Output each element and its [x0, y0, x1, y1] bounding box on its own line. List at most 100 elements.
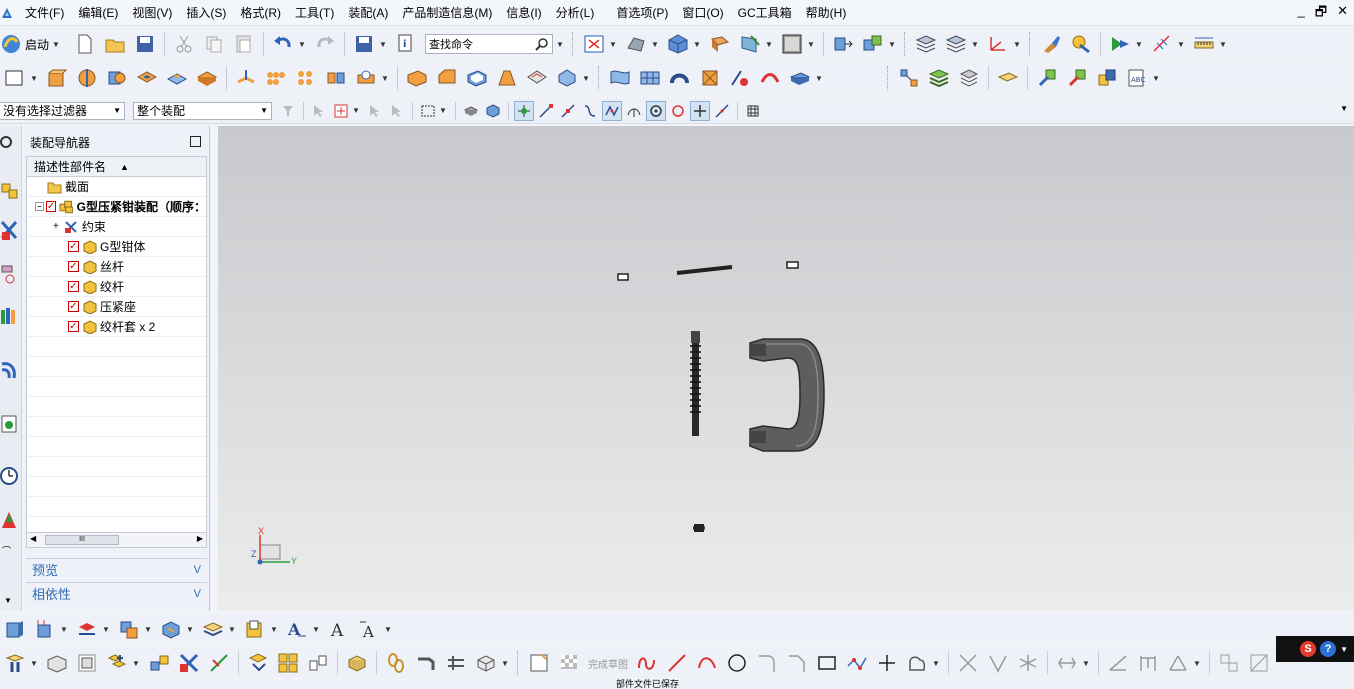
quick-trim-button[interactable]	[955, 650, 981, 676]
new-component-button[interactable]	[1064, 65, 1090, 91]
chevron-down-icon[interactable]: ▼	[132, 659, 140, 668]
line-button[interactable]	[664, 650, 690, 676]
chevron-down-icon[interactable]: ▼	[379, 40, 387, 49]
point-select-button[interactable]	[365, 101, 385, 121]
help-icon[interactable]: ?	[1320, 641, 1337, 657]
ime-logo-icon[interactable]: S	[1300, 641, 1317, 657]
arc-button[interactable]	[694, 650, 720, 676]
revolve-button[interactable]	[74, 65, 100, 91]
pocket-button[interactable]	[194, 65, 220, 91]
menu-view[interactable]: 视图(V)	[125, 1, 179, 25]
break-view-button[interactable]	[158, 616, 184, 642]
note-button[interactable]: A	[356, 616, 382, 642]
wave-geometry-linker-button[interactable]	[2, 650, 28, 676]
text-style-button[interactable]: A	[284, 616, 310, 642]
move-component-button[interactable]	[830, 31, 856, 57]
scroll-thumb[interactable]: III	[45, 535, 119, 545]
new-file-button[interactable]	[72, 31, 98, 57]
extrude-button[interactable]	[44, 65, 70, 91]
chevron-down-icon[interactable]: ▼	[60, 625, 68, 634]
control-point-button[interactable]	[580, 101, 600, 121]
layer-settings-button[interactable]	[913, 31, 939, 57]
projected-view-button[interactable]	[32, 616, 58, 642]
maximize-icon[interactable]	[190, 136, 201, 147]
point-button[interactable]	[874, 650, 900, 676]
graphics-window[interactable]: X Z Y	[218, 126, 1354, 611]
move-to-layer-button[interactable]	[943, 31, 969, 57]
mirror-body-button[interactable]	[323, 65, 349, 91]
solid-body-button[interactable]	[473, 650, 499, 676]
minimize-button[interactable]: _	[1298, 3, 1305, 25]
chevron-down-icon[interactable]: ▼	[932, 659, 940, 668]
chevron-down-icon[interactable]: ▼	[1340, 104, 1348, 113]
tube-button[interactable]	[413, 650, 439, 676]
information-button[interactable]: i	[393, 31, 419, 57]
component-array-button[interactable]	[275, 650, 301, 676]
sketch-task-button[interactable]	[526, 650, 552, 676]
chevron-down-icon[interactable]: ▼	[609, 40, 617, 49]
snap-point-button[interactable]	[514, 100, 534, 121]
chevron-left-icon[interactable]: ◀	[30, 534, 36, 543]
edge-blend-button[interactable]	[404, 65, 430, 91]
trim-sheet-button[interactable]	[757, 65, 783, 91]
wave-link-button[interactable]	[995, 65, 1021, 91]
chevron-down-icon[interactable]: ▼	[144, 625, 152, 634]
chamfer-sketch-button[interactable]	[784, 650, 810, 676]
chevron-down-icon[interactable]: ▼	[352, 106, 360, 115]
datum-plane-button[interactable]	[233, 65, 259, 91]
ruler-button[interactable]	[1191, 31, 1217, 57]
start-button[interactable]: 启动 ▼	[0, 31, 70, 57]
dependency-section-header[interactable]: 相依性 V	[26, 582, 207, 604]
web-browser-icon[interactable]	[0, 358, 20, 382]
reposition-button[interactable]	[74, 650, 100, 676]
preview-section-header[interactable]: 预览 V	[26, 558, 207, 580]
history-icon[interactable]	[0, 412, 20, 436]
menu-preferences[interactable]: 首选项(P)	[609, 1, 675, 25]
visibility-checkbox[interactable]: ✓	[68, 261, 79, 272]
show-no-constraints-button[interactable]	[1246, 650, 1272, 676]
circle-button[interactable]	[724, 650, 750, 676]
filter-settings-button[interactable]	[278, 101, 298, 121]
fit-view-button[interactable]	[581, 31, 607, 57]
scale-body-button[interactable]	[554, 65, 580, 91]
end-point-button[interactable]	[536, 101, 556, 121]
screw-part[interactable]	[690, 331, 701, 436]
gear-icon[interactable]	[0, 130, 20, 154]
tree-row-part[interactable]: ✓ 绞杆套 x 2	[27, 317, 206, 337]
background-button[interactable]	[779, 31, 805, 57]
menu-analysis[interactable]: 分析(L)	[549, 1, 602, 25]
measure-distance-button[interactable]	[1149, 31, 1175, 57]
press-seat-part[interactable]	[693, 524, 705, 532]
chevron-down-icon[interactable]: ▼	[186, 625, 194, 634]
quadrant-point-button[interactable]	[668, 101, 688, 121]
chevron-down-icon[interactable]: ▼	[102, 625, 110, 634]
detail-view-button[interactable]	[116, 616, 142, 642]
sketch-button[interactable]	[2, 65, 28, 91]
select-face-button[interactable]	[461, 101, 481, 121]
polygon-button[interactable]	[844, 650, 870, 676]
chevron-right-icon[interactable]: ▶	[197, 534, 203, 543]
menu-insert[interactable]: 插入(S)	[179, 1, 233, 25]
expand-icon[interactable]: +	[53, 221, 59, 232]
deselect-button[interactable]	[387, 101, 407, 121]
horizontal-scrollbar[interactable]: ◀ III ▶	[26, 532, 207, 548]
system-materials-icon[interactable]	[0, 508, 20, 532]
ime-toolbar[interactable]: S ? ▼	[1276, 636, 1354, 662]
hinge-sleeve-part-right[interactable]	[786, 261, 799, 269]
role-icon[interactable]: ⌒	[2, 544, 11, 557]
tree-row-part[interactable]: ✓ 压紧座	[27, 297, 206, 317]
copy-button[interactable]	[201, 31, 227, 57]
chevron-down-icon[interactable]: ▼	[312, 625, 320, 634]
chevron-down-icon[interactable]: ▼	[298, 40, 306, 49]
chevron-down-icon[interactable]: ▼	[270, 625, 278, 634]
selection-scope-select[interactable]: 整个装配 ▼	[133, 101, 272, 120]
g-clamp-body-part[interactable]	[749, 338, 825, 452]
undo-button[interactable]	[270, 31, 296, 57]
chevron-down-icon[interactable]: ▼	[1340, 645, 1348, 654]
mid-point-button[interactable]	[558, 101, 578, 121]
existing-point-button[interactable]	[690, 100, 710, 121]
menu-gc-toolbox[interactable]: GC工具箱	[731, 1, 799, 25]
n-sided-surface-button[interactable]	[697, 65, 723, 91]
handle-bar-part[interactable]	[676, 265, 733, 275]
chevron-down-icon[interactable]: ▼	[1082, 659, 1090, 668]
